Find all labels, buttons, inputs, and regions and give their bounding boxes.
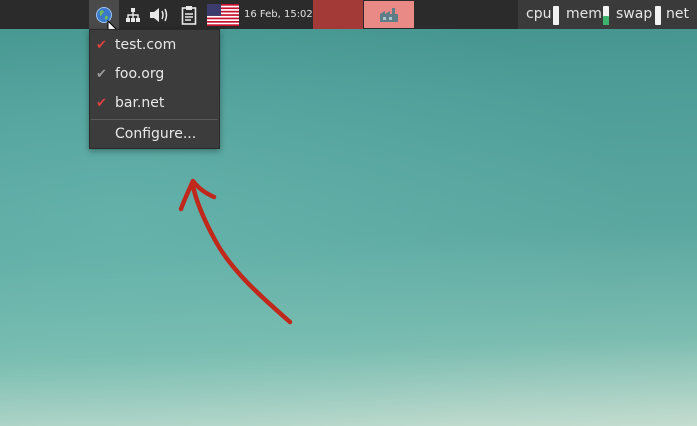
annotation-arrow <box>178 178 293 325</box>
